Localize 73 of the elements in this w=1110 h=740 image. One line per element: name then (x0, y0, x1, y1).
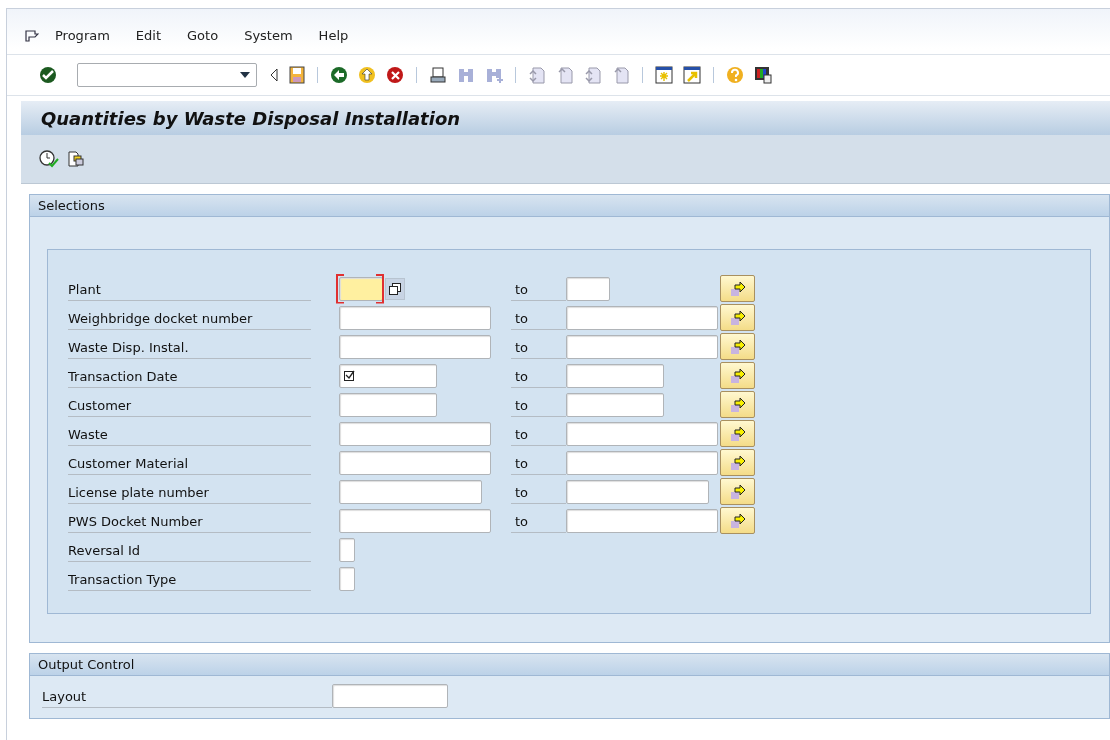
copy-icon[interactable] (67, 150, 85, 168)
field-label: Layout (42, 684, 332, 708)
screen-title: Quantities by Waste Disposal Installation (41, 107, 461, 129)
clock-icon[interactable] (39, 150, 59, 168)
enter-icon[interactable] (39, 66, 57, 84)
cancel-icon[interactable] (386, 66, 404, 84)
dropdown-icon[interactable] (240, 72, 250, 78)
exit-icon[interactable] (358, 66, 376, 84)
input-field[interactable] (566, 508, 718, 533)
input-field[interactable] (332, 684, 448, 708)
menu-item[interactable]: Goto (187, 28, 219, 43)
field-label: Plant (68, 276, 311, 301)
input-field[interactable] (339, 508, 491, 533)
arrow-icon (729, 512, 746, 529)
monitor-icon[interactable] (754, 66, 772, 84)
input-field[interactable] (339, 450, 491, 475)
arrow-icon (729, 396, 746, 413)
arrow-icon (729, 425, 746, 442)
arrow-icon (729, 483, 746, 500)
multiple-selection-button[interactable] (385, 277, 405, 300)
back-icon[interactable] (330, 66, 348, 84)
field-label: Weighbridge docket number (68, 305, 311, 330)
print-icon[interactable] (429, 66, 447, 84)
page-icon[interactable] (612, 66, 630, 84)
input-field[interactable] (339, 305, 491, 330)
menu-item[interactable]: System (244, 28, 293, 43)
save-icon[interactable] (289, 66, 305, 84)
field-label: Transaction Date (68, 363, 311, 388)
input-field[interactable] (339, 363, 437, 388)
field-label: License plate number (68, 479, 311, 504)
input-field[interactable] (566, 421, 718, 446)
input-field[interactable] (566, 334, 718, 359)
field-label: Customer Material (68, 450, 311, 475)
arrow-icon (729, 367, 746, 384)
arrow-icon (729, 280, 746, 297)
find-next-icon[interactable] (485, 66, 503, 84)
field-label: Waste (68, 421, 311, 446)
input-field[interactable] (566, 305, 718, 330)
collapse-icon[interactable] (269, 67, 279, 83)
menu-item[interactable]: Help (318, 28, 349, 43)
group-header: Selections (30, 195, 1109, 217)
input-field[interactable] (566, 392, 664, 417)
field-label: Reversal Id (68, 537, 311, 562)
page-icon[interactable] (528, 66, 546, 84)
field-label: PWS Docket Number (68, 508, 311, 533)
help-icon[interactable] (726, 66, 744, 84)
menu-item[interactable]: Edit (135, 28, 162, 43)
input-field[interactable] (339, 479, 482, 504)
copy-icon (389, 282, 401, 295)
input-field[interactable] (566, 363, 664, 388)
page-icon[interactable] (584, 66, 602, 84)
input-field[interactable] (566, 479, 709, 504)
input-field[interactable] (339, 392, 437, 417)
menu-icon[interactable] (25, 29, 39, 42)
shortcut-icon[interactable] (683, 66, 701, 84)
input-field[interactable] (566, 450, 718, 475)
arrow-icon (729, 309, 746, 326)
arrow-icon (729, 338, 746, 355)
command-field[interactable] (77, 63, 257, 87)
input-field[interactable] (566, 276, 610, 301)
field-label: Waste Disp. Instal. (68, 334, 311, 359)
input-field[interactable] (339, 537, 355, 562)
arrow-icon (729, 454, 746, 471)
new-window-icon[interactable] (655, 66, 673, 84)
field-label: Transaction Type (68, 566, 311, 591)
field-label: Customer (68, 392, 311, 417)
page-icon[interactable] (556, 66, 574, 84)
input-field[interactable] (339, 421, 491, 446)
find-icon[interactable] (457, 66, 475, 84)
input-field[interactable] (339, 566, 355, 591)
input-field[interactable] (339, 334, 491, 359)
group-header: Output Control (30, 654, 1109, 676)
menu-item[interactable]: Program (55, 28, 110, 43)
